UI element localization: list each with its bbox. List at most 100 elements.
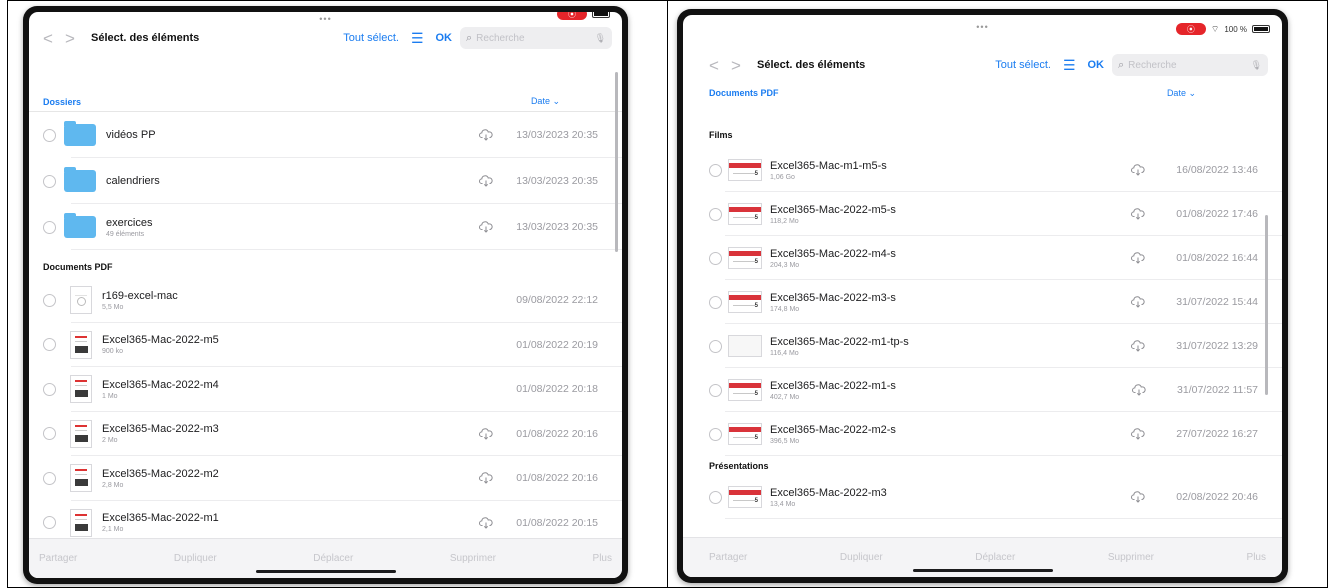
film-row[interactable]: 5 Excel365-Mac-2022-m5-s 118,2 Mo 01/08/202…: [683, 192, 1282, 236]
cloud-download-icon[interactable]: [1128, 340, 1148, 352]
forward-button[interactable]: >: [725, 57, 747, 74]
cloud-download-icon[interactable]: [476, 472, 496, 484]
select-radio[interactable]: [43, 471, 56, 485]
search-placeholder: Recherche: [1128, 59, 1177, 71]
share-button[interactable]: Partager: [39, 553, 77, 564]
pdf-row[interactable]: Excel365-Mac-2022-m2 2,8 Mo 01/08/2022 20:…: [29, 456, 622, 501]
move-button[interactable]: Déplacer: [313, 553, 353, 564]
select-radio[interactable]: [709, 490, 722, 504]
home-indicator[interactable]: [912, 569, 1053, 572]
forward-button[interactable]: >: [59, 30, 81, 47]
duplicate-button[interactable]: Dupliquer: [840, 552, 883, 563]
sort-by-date-button[interactable]: Date ⌄: [531, 96, 560, 107]
item-name: Excel365-Mac-2022-m1-tp-s: [770, 335, 909, 348]
folder-row[interactable]: exercices 49 éléments 13/03/2023 20:35: [29, 204, 622, 250]
item-name: Excel365-Mac-2022-m3-s: [770, 291, 896, 304]
item-size: 204,3 Mo: [770, 261, 800, 269]
film-row[interactable]: 5 Excel365-Mac-2022-m1-tp-s116,4 Mo 31/07/…: [683, 324, 1282, 368]
cloud-download-icon[interactable]: [476, 221, 496, 233]
delete-button[interactable]: Supprimer: [450, 553, 496, 564]
presentation-row[interactable]: 5 Excel365-Mac-2022-m3 13,4 Mo 02/08/2022 2…: [683, 475, 1282, 519]
film-row[interactable]: 5 Excel365-Mac-2022-m3-s 174,8 Mo 31/07/202…: [683, 280, 1282, 324]
pdf-thumbnail-icon: [70, 330, 92, 359]
cloud-download-icon[interactable]: [1128, 296, 1148, 308]
ok-button[interactable]: OK: [436, 32, 453, 44]
select-all-button[interactable]: Tout sélect.: [995, 59, 1051, 71]
select-radio[interactable]: [43, 338, 56, 352]
multitasking-dots[interactable]: •••: [976, 22, 988, 32]
list-view-icon[interactable]: ☰: [411, 30, 424, 47]
select-radio[interactable]: [709, 383, 722, 397]
cloud-download-icon[interactable]: [1129, 384, 1149, 396]
select-radio[interactable]: [709, 295, 722, 309]
item-name: Excel365-Mac-2022-m2: [102, 467, 219, 480]
share-button[interactable]: Partager: [709, 552, 747, 563]
select-radio[interactable]: [43, 174, 56, 188]
select-radio[interactable]: [709, 251, 722, 265]
multitasking-dots[interactable]: •••: [319, 14, 331, 24]
delete-button[interactable]: Supprimer: [1108, 552, 1154, 563]
item-text: Excel365-Mac-2022-m4-s 204,3 Mo: [770, 248, 1128, 269]
pdf-row[interactable]: Excel365-Mac-2022-m4 1 Mo 01/08/2022 20:18: [29, 367, 622, 412]
scrollbar[interactable]: [1265, 215, 1268, 395]
microphone-icon[interactable]: 🎙: [1251, 60, 1262, 71]
select-radio[interactable]: [43, 220, 56, 234]
item-text: Excel365-Mac-2022-m1-s 402,7 Mo: [770, 380, 1129, 401]
duplicate-button[interactable]: Dupliquer: [174, 553, 217, 564]
select-radio[interactable]: [709, 427, 722, 441]
cloud-download-icon[interactable]: [476, 428, 496, 440]
item-text: Excel365-Mac-2022-m2-s 396,5 Mo: [770, 424, 1128, 445]
select-all-button[interactable]: Tout sélect.: [343, 32, 399, 44]
sort-by-date-button[interactable]: Date ⌄: [1167, 88, 1196, 99]
pdf-thumbnail-icon: [70, 375, 92, 404]
item-text: Excel365-Mac-2022-m5-s 118,2 Mo: [770, 204, 1128, 225]
pdf-row[interactable]: Excel365-Mac-2022-m5 900 ko 01/08/2022 20:…: [29, 323, 622, 367]
select-radio[interactable]: [43, 516, 56, 530]
cloud-download-icon[interactable]: [1128, 252, 1148, 264]
select-radio[interactable]: [709, 207, 722, 221]
status-bar: ⦿: [557, 12, 610, 20]
cloud-download-icon[interactable]: [476, 175, 496, 187]
select-radio[interactable]: [43, 128, 56, 142]
microphone-icon[interactable]: 🎙: [595, 33, 606, 44]
cloud-download-icon[interactable]: [1128, 208, 1148, 220]
folder-row[interactable]: calendriers 13/03/2023 20:35: [29, 158, 622, 204]
film-row[interactable]: 5 Excel365-Mac-m1-m5-s 1,06 Go 16/08/2022 1…: [683, 148, 1282, 192]
film-row[interactable]: 5 Excel365-Mac-2022-m4-s 204,3 Mo 01/08/202…: [683, 236, 1282, 280]
search-field[interactable]: ⌕ Recherche 🎙: [460, 27, 612, 49]
home-indicator[interactable]: [255, 570, 396, 573]
item-size: 13,4 Mo: [770, 500, 796, 508]
more-button[interactable]: Plus: [1247, 552, 1266, 563]
item-date: 16/08/2022 13:46: [1176, 164, 1258, 176]
search-field[interactable]: ⌕ Recherche 🎙: [1112, 54, 1268, 76]
film-row[interactable]: 5 Excel365-Mac-2022-m1-s 402,7 Mo 31/07/202…: [683, 368, 1282, 412]
status-bar: ⦿ ⌔ 100 %: [1175, 23, 1270, 35]
folder-row[interactable]: vidéos PP 13/03/2023 20:35: [29, 112, 622, 158]
video-thumbnail-icon: 5: [728, 423, 762, 445]
list-view-icon[interactable]: ☰: [1063, 57, 1076, 74]
select-radio[interactable]: [43, 293, 56, 307]
cloud-download-icon[interactable]: [1128, 491, 1148, 503]
cloud-download-icon[interactable]: [476, 517, 496, 529]
select-radio[interactable]: [43, 427, 56, 441]
pdf-row[interactable]: Excel365-Mac-2022-m3 2 Mo 01/08/2022 20:16: [29, 412, 622, 456]
more-button[interactable]: Plus: [593, 553, 612, 564]
back-button[interactable]: <: [703, 57, 725, 74]
cloud-download-icon[interactable]: [1128, 428, 1148, 440]
pdf-row[interactable]: r169-excel-mac 5,5 Mo 09/08/2022 22:12: [29, 278, 622, 323]
scrollbar[interactable]: [615, 72, 618, 252]
select-radio[interactable]: [709, 339, 722, 353]
back-button[interactable]: <: [37, 30, 59, 47]
select-radio[interactable]: [709, 163, 722, 177]
film-row[interactable]: 5 Excel365-Mac-2022-m2-s 396,5 Mo 27/07/202…: [683, 412, 1282, 456]
item-size: 5,5 Mo: [102, 303, 124, 311]
item-date: 01/08/2022 20:16: [516, 427, 598, 440]
section-header-presentations: Présentations: [709, 461, 769, 471]
sort-bar: Dossiers Date ⌄: [29, 92, 622, 112]
ok-button[interactable]: OK: [1088, 59, 1105, 71]
move-button[interactable]: Déplacer: [975, 552, 1015, 563]
select-radio[interactable]: [43, 382, 56, 396]
cloud-download-icon[interactable]: [476, 129, 496, 141]
cloud-download-icon[interactable]: [1128, 164, 1148, 176]
search-icon: ⌕: [1118, 58, 1125, 71]
